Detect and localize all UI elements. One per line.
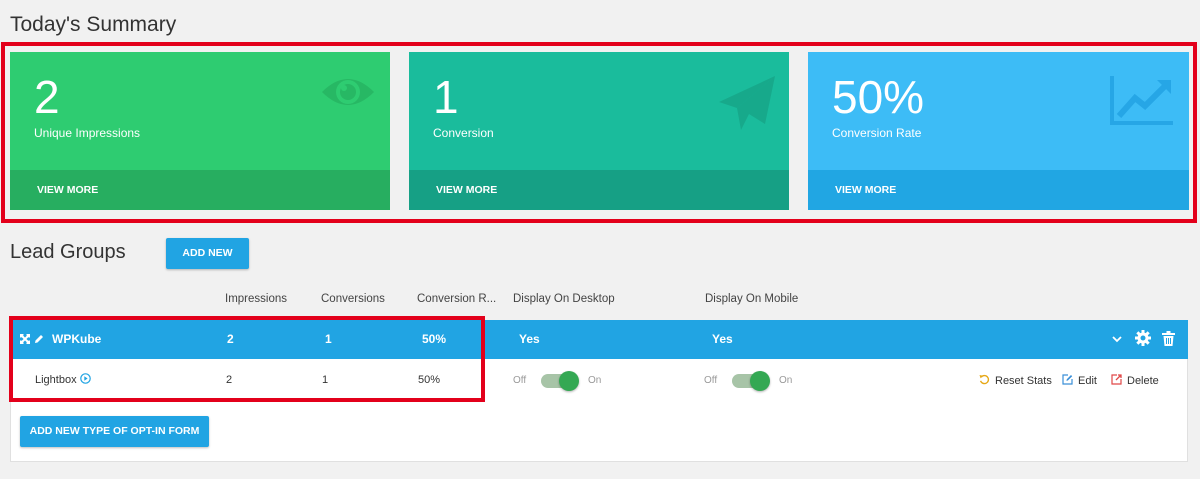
column-header-conversions: Conversions: [321, 293, 385, 305]
edit-button[interactable]: Edit: [1062, 374, 1097, 389]
column-header-impressions: Impressions: [225, 293, 287, 305]
trash-icon[interactable]: [1162, 320, 1175, 359]
highlight-box: [9, 316, 485, 402]
mobile-on-label: On: [779, 375, 793, 386]
group-desktop: Yes: [519, 332, 540, 346]
column-header-desktop: Display On Desktop: [513, 293, 615, 305]
chevron-down-icon[interactable]: [1112, 320, 1122, 359]
mobile-off-label: Off: [704, 375, 718, 386]
add-new-button[interactable]: ADD NEW: [166, 238, 249, 269]
edit-icon: [1062, 374, 1073, 389]
desktop-display-toggle[interactable]: [541, 371, 579, 391]
mobile-display-toggle[interactable]: [732, 371, 770, 391]
gear-icon[interactable]: [1135, 320, 1151, 359]
column-header-conversion-rate: Conversion R...: [417, 293, 497, 305]
toggle-knob: [559, 371, 579, 391]
group-mobile: Yes: [712, 332, 733, 346]
toggle-knob: [750, 371, 770, 391]
delete-icon: [1111, 374, 1122, 389]
delete-button[interactable]: Delete: [1111, 374, 1159, 389]
edit-label: Edit: [1078, 375, 1097, 387]
desktop-on-label: On: [588, 375, 602, 386]
highlight-box: [1, 42, 1197, 223]
add-new-form-type-button[interactable]: ADD NEW TYPE OF OPT-IN FORM: [20, 416, 209, 447]
section-title: Lead Groups: [10, 241, 126, 263]
reset-icon: [979, 374, 990, 389]
delete-label: Delete: [1127, 375, 1159, 387]
column-header-mobile: Display On Mobile: [705, 293, 799, 305]
reset-stats-label: Reset Stats: [995, 375, 1052, 387]
reset-stats-button[interactable]: Reset Stats: [979, 374, 1052, 389]
desktop-off-label: Off: [513, 375, 527, 386]
page-title: Today's Summary: [10, 13, 177, 36]
